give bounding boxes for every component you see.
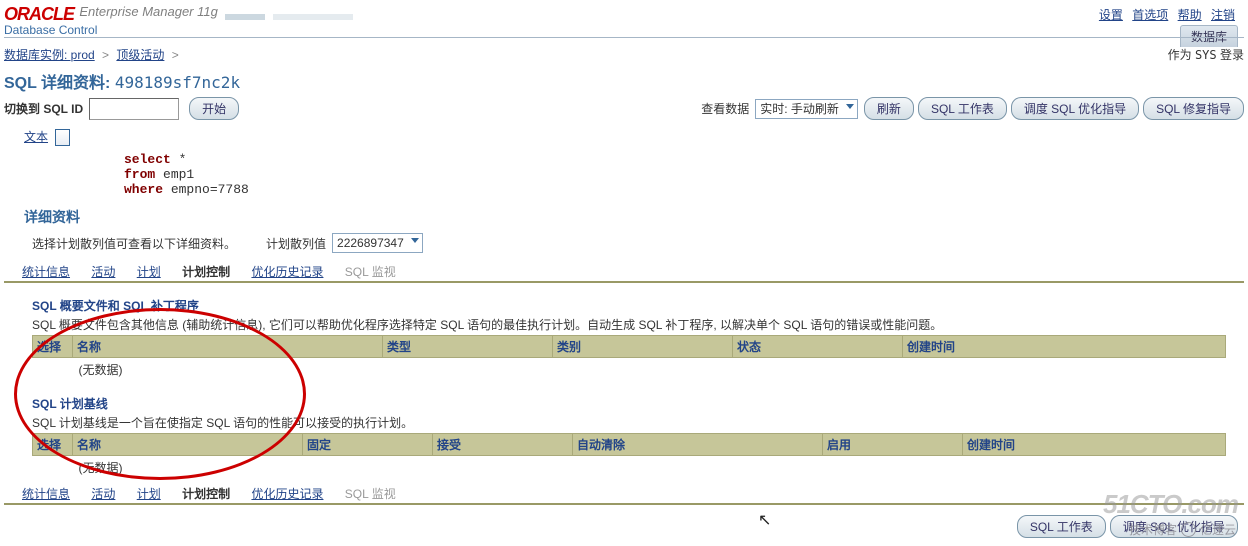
col-created[interactable]: 创建时间 (903, 336, 1226, 358)
header: ORACLE Enterprise Manager 11g Database C… (4, 4, 1244, 38)
sql-baseline-title: SQL 计划基线 (32, 395, 1226, 412)
tab-plan[interactable]: 计划 (137, 263, 161, 282)
sql-profile-block: SQL 概要文件和 SQL 补丁程序 SQL 概要文件包含其他信息 (辅助统计信… (32, 297, 1226, 381)
footer-buttons: SQL 工作表 调度 SQL 优化指导 (4, 515, 1244, 538)
page-title: SQL 详细资料: 498189sf7nc2k (4, 69, 1244, 93)
col-status[interactable]: 状态 (733, 336, 903, 358)
tab-plan-control[interactable]: 计划控制 (182, 263, 230, 282)
schedule-sql-tuning-button[interactable]: 调度 SQL 优化指导 (1011, 97, 1139, 120)
tab-tuning-history[interactable]: 优化历史记录 (251, 485, 323, 504)
sql-baseline-desc: SQL 计划基线是一个旨在使指定 SQL 语句的性能可以接受的执行计划。 (32, 414, 1226, 431)
go-button[interactable]: 开始 (189, 97, 239, 120)
product-subtitle: Database Control (4, 23, 1244, 37)
product-name: Enterprise Manager 11g (79, 4, 218, 19)
no-data-cell: (无数据) (73, 456, 303, 480)
copy-text-icon[interactable] (55, 129, 70, 146)
sql-repair-advisor-button[interactable]: SQL 修复指导 (1143, 97, 1244, 120)
col-accepted[interactable]: 接受 (433, 434, 573, 456)
top-nav-links: 设置 首选项 帮助 注销 数据库 (1096, 6, 1238, 47)
text-section: 文本 (4, 128, 1244, 146)
tabbar-top: 统计信息 活动 计划 计划控制 优化历史记录 SQL 监视 (4, 263, 1244, 283)
sql-baseline-table: 选择 名称 固定 接受 自动清除 启用 创建时间 (无数据) (32, 433, 1226, 479)
col-name[interactable]: 名称 (73, 434, 303, 456)
tabbar-bottom: 统计信息 活动 计划 计划控制 优化历史记录 SQL 监视 (4, 485, 1244, 505)
breadcrumb: 作为 SYS 登录 数据库实例: prod > 顶级活动 > (4, 46, 1244, 63)
plan-hash-select[interactable]: 2226897347 (332, 233, 423, 253)
link-preferences[interactable]: 首选项 (1132, 8, 1168, 22)
switch-sql-label: 切换到 SQL ID (4, 100, 83, 117)
detail-row: 选择计划散列值可查看以下详细资料。 计划散列值 2226897347 (4, 233, 1244, 253)
tab-activity[interactable]: 活动 (91, 485, 115, 504)
detail-desc: 选择计划散列值可查看以下详细资料。 (32, 235, 236, 252)
tab-tuning-history[interactable]: 优化历史记录 (251, 263, 323, 282)
link-help[interactable]: 帮助 (1178, 8, 1202, 22)
tab-plan-control[interactable]: 计划控制 (182, 485, 230, 504)
header-underline (4, 37, 1244, 38)
tab-activity[interactable]: 活动 (91, 263, 115, 282)
tab-plan[interactable]: 计划 (137, 485, 161, 504)
col-type[interactable]: 类型 (383, 336, 553, 358)
sql-worksheet-button[interactable]: SQL 工作表 (918, 97, 1007, 120)
col-select[interactable]: 选择 (33, 336, 73, 358)
sql-profile-title: SQL 概要文件和 SQL 补丁程序 (32, 297, 1226, 314)
col-category[interactable]: 类别 (553, 336, 733, 358)
decoration-bar (225, 14, 265, 20)
sql-profile-table: 选择 名称 类型 类别 状态 创建时间 (无数据) (32, 335, 1226, 381)
sql-worksheet-button[interactable]: SQL 工作表 (1017, 515, 1106, 538)
tab-stats[interactable]: 统计信息 (22, 485, 70, 504)
table-row: (无数据) (33, 358, 1226, 382)
table-header-row: 选择 名称 类型 类别 状态 创建时间 (33, 336, 1226, 358)
crumb-top-activity[interactable]: 顶级活动 (116, 48, 164, 62)
sql-id-value: 498189sf7nc2k (115, 73, 240, 92)
crumb-db-instance[interactable]: 数据库实例: prod (4, 48, 95, 62)
col-created[interactable]: 创建时间 (963, 434, 1226, 456)
tab-sql-monitor: SQL 监视 (345, 485, 396, 504)
tab-sql-monitor: SQL 监视 (345, 263, 396, 282)
login-info: 作为 SYS 登录 (1168, 46, 1244, 63)
schedule-sql-tuning-button[interactable]: 调度 SQL 优化指导 (1110, 515, 1238, 538)
no-data-cell: (无数据) (73, 358, 383, 382)
col-enabled[interactable]: 启用 (823, 434, 963, 456)
toolbar-right: 查看数据 实时: 手动刷新 刷新 SQL 工作表 调度 SQL 优化指导 SQL… (701, 97, 1244, 120)
col-select[interactable]: 选择 (33, 434, 73, 456)
link-logout[interactable]: 注销 (1211, 8, 1235, 22)
view-mode-select[interactable]: 实时: 手动刷新 (755, 99, 858, 119)
sql-profile-desc: SQL 概要文件包含其他信息 (辅助统计信息), 它们可以帮助优化程序选择特定 … (32, 316, 1226, 333)
text-link[interactable]: 文本 (24, 130, 48, 144)
detail-heading: 详细资料 (4, 207, 1244, 227)
sql-text: select * from emp1 where empno=7788 (124, 152, 1244, 197)
sql-id-row: 切换到 SQL ID 开始 查看数据 实时: 手动刷新 刷新 SQL 工作表 调… (4, 97, 1244, 120)
col-name[interactable]: 名称 (73, 336, 383, 358)
tab-database[interactable]: 数据库 (1180, 25, 1238, 47)
view-data-label: 查看数据 (701, 100, 749, 117)
decoration-bar (273, 14, 353, 20)
brand: ORACLE Enterprise Manager 11g (4, 4, 1244, 25)
sql-baseline-block: SQL 计划基线 SQL 计划基线是一个旨在使指定 SQL 语句的性能可以接受的… (32, 395, 1226, 479)
tab-stats[interactable]: 统计信息 (22, 263, 70, 282)
link-settings[interactable]: 设置 (1099, 8, 1123, 22)
oracle-logo: ORACLE (4, 4, 74, 24)
refresh-button[interactable]: 刷新 (864, 97, 914, 120)
sql-id-input[interactable] (89, 98, 179, 120)
table-header-row: 选择 名称 固定 接受 自动清除 启用 创建时间 (33, 434, 1226, 456)
col-fixed[interactable]: 固定 (303, 434, 433, 456)
table-row: (无数据) (33, 456, 1226, 480)
plan-hash-label: 计划散列值 (266, 235, 326, 252)
col-autopurge[interactable]: 自动清除 (573, 434, 823, 456)
